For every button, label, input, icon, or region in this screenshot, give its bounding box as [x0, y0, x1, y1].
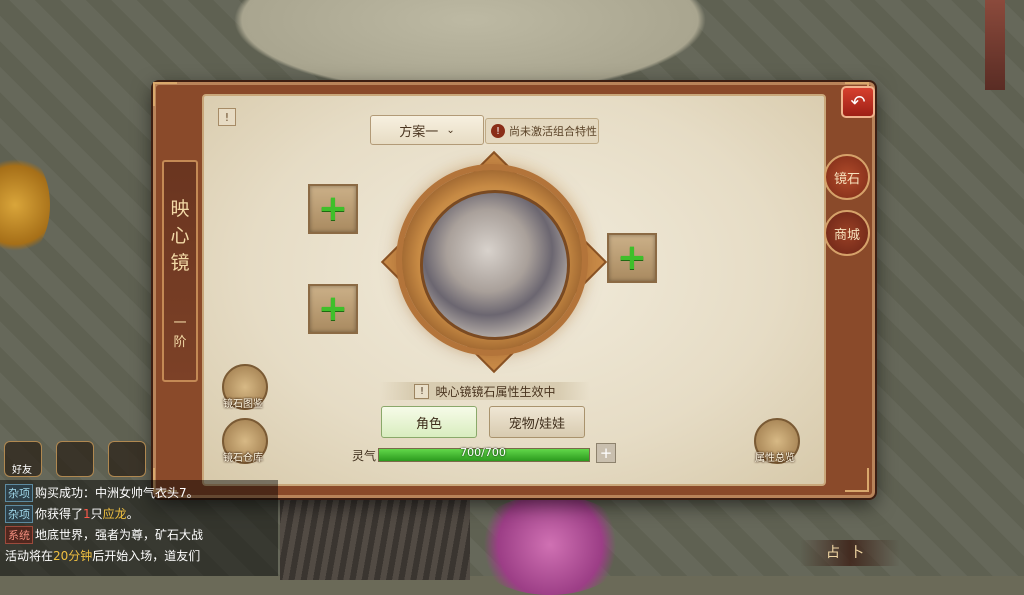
stone-storage-label[interactable]: 镜石仓库	[208, 449, 278, 464]
spirit-label: 灵气	[352, 449, 377, 463]
microphone-icon[interactable]	[108, 441, 146, 477]
friends-label: 好友	[12, 465, 32, 476]
mirror-face-image[interactable]	[420, 190, 570, 340]
chat-text: 20分钟	[53, 549, 93, 563]
back-arrow-icon: ↶	[850, 91, 866, 113]
frame-corner-ornament	[845, 468, 869, 492]
chat-channel-tag: 杂项	[5, 484, 33, 502]
stone-atlas-label[interactable]: 镜石图鉴	[208, 395, 278, 410]
chat-text: 。	[126, 507, 139, 521]
chat-text: 购买成功：中洲女帅气衣头7。	[35, 486, 199, 500]
plus-icon: +	[616, 237, 648, 278]
stone-slot-bottom-left[interactable]: +	[308, 284, 358, 334]
warning-icon: !	[491, 124, 505, 138]
chevron-down-icon: ⌄	[446, 124, 455, 136]
frame-corner-ornament	[153, 82, 177, 106]
chat-channel-tag: 杂项	[5, 505, 33, 523]
plus-icon: +	[317, 188, 349, 229]
back-button[interactable]: ↶	[841, 86, 875, 118]
tab-shop[interactable]: 商城	[824, 210, 870, 256]
chat-message: 系统 地底世界，强者为尊，矿石大战	[5, 526, 203, 544]
tab-mirror-stone[interactable]: 镜石	[824, 154, 870, 200]
stone-slot-right[interactable]: +	[607, 233, 657, 283]
speech-bubble-icon[interactable]	[56, 441, 94, 477]
chat-text: 1	[83, 507, 91, 521]
combo-trait-notice[interactable]: ! 尚未激活组合特性	[485, 118, 599, 144]
chat-text: 地底世界，强者为尊，矿石大战	[35, 528, 204, 542]
effect-status-bar: ! 映心镜镜石属性生效中	[380, 382, 590, 400]
blossom-tree	[470, 495, 630, 595]
fortune-button[interactable]: 占卜	[800, 540, 900, 566]
panel-title-banner: 映 心 镜 一 阶	[162, 160, 198, 382]
chat-text: 后开始入场，道友们	[92, 549, 201, 563]
chat-message: 杂项 购买成功：中洲女帅气衣头7。	[5, 484, 199, 502]
attribute-overview-label[interactable]: 属性总览	[740, 449, 810, 464]
chat-log[interactable]: 杂项 购买成功：中洲女帅气衣头7。 杂项 你获得了1只应龙。 系统 地底世界，强者为尊，矿…	[0, 480, 278, 576]
spirit-value: 700/700	[460, 446, 506, 459]
stone-slot-top-left[interactable]: +	[308, 184, 358, 234]
add-spirit-button[interactable]: +	[596, 443, 616, 463]
chat-message: 杂项 你获得了1只应龙。	[5, 505, 139, 523]
mirror-rank: 一 阶	[173, 316, 187, 350]
tab-pet-doll[interactable]: 宠物/娃娃	[489, 406, 585, 438]
red-pillar	[985, 0, 1005, 90]
warning-icon: !	[414, 383, 430, 399]
chat-text: 你获得了	[35, 507, 84, 521]
help-info-button[interactable]: !	[218, 108, 236, 126]
chat-text: 活动将在	[5, 549, 54, 563]
chat-text: 应龙	[102, 507, 127, 521]
chat-channel-tag: 系统	[5, 526, 33, 544]
building-rooftop	[280, 490, 470, 580]
chat-text: 只	[90, 507, 103, 521]
chat-message: 活动将在20分钟后开始入场，道友们	[5, 547, 200, 564]
panel-title: 映 心 镜	[170, 198, 190, 274]
plus-icon: +	[317, 288, 349, 329]
tab-character[interactable]: 角色	[381, 406, 477, 438]
scheme-dropdown[interactable]: 方案一 ⌄	[370, 115, 484, 145]
